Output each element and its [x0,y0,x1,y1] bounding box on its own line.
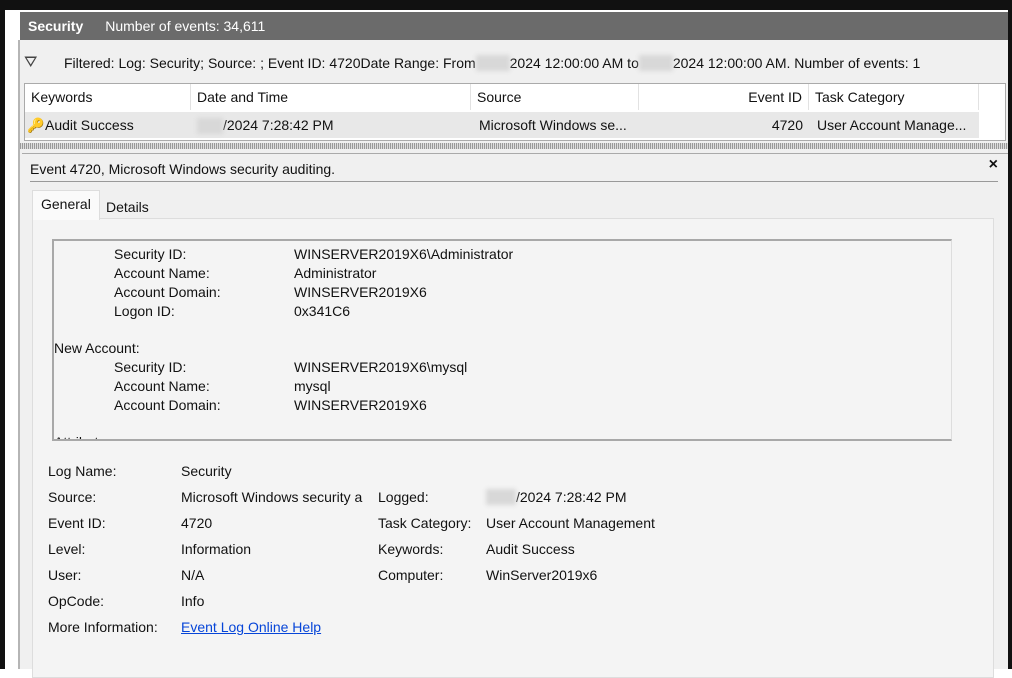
tab-details[interactable]: Details [98,194,157,220]
window-right-edge [1008,0,1012,669]
tab-general[interactable]: General [32,190,100,220]
field-label-event_id: Event ID: [48,515,106,531]
field-label-level: Level: [48,541,86,557]
description-value: WINSERVER2019X6\mysql [294,359,468,375]
filter-icon: ⛛ [24,54,38,71]
field-value-log_name: Security [181,463,232,479]
filter-text: 2024 12:00:00 AM to [509,55,639,71]
field-value-event_id: 4720 [181,515,213,531]
field-label-user: User: [48,567,82,583]
description-value: 0x341C6 [294,303,351,319]
redacted [197,118,223,135]
field-label-source: Source: [48,489,97,505]
filter-text: 2024 12:00:00 AM. Number of events: 1 [672,55,921,71]
field-label-task_category: Task Category: [378,515,472,531]
cell-source: Microsoft Windows se... [479,117,627,133]
description-label: Attributes: [54,433,117,439]
description-value: WINSERVER2019X6\Administrator [294,246,514,262]
description-value: Administrator [294,265,377,281]
log-title-bar: Security Number of events: 34,611 [20,12,1008,40]
field-value-computer: WinServer2019x6 [486,567,598,583]
filter-bar: ⛛ Filtered: Log: Security; Source: ; Eve… [24,48,920,78]
column-header-date[interactable]: Date and Time [191,84,471,110]
event-detail-pane: Event 4720, Microsoft Windows security a… [22,153,1008,678]
field-label-keywords: Keywords: [378,541,444,557]
event-count: Number of events: 34,611 [105,18,266,34]
window-left-edge [0,0,5,669]
field-value-user: N/A [181,567,205,583]
field-label-log_name: Log Name: [48,463,117,479]
cell-task-category: User Account Manage... [817,117,967,133]
cell-date: /2024 7:28:42 PM [223,117,334,133]
redacted [486,489,516,505]
pane-splitter[interactable] [20,143,1008,149]
redacted [475,55,510,71]
key-icon: 🔑 [27,117,45,133]
table-row[interactable]: 🔑 Audit Success /2024 7:28:42 PM Microso… [25,112,979,138]
field-value-logged: /2024 7:28:42 PM [516,489,627,505]
column-header-task-category[interactable]: Task Category [809,84,979,110]
description-value: WINSERVER2019X6 [294,397,427,413]
description-label: Logon ID: [114,303,175,319]
field-label-logged: Logged: [378,489,429,505]
field-label-opcode: OpCode: [48,593,105,609]
description-label: Account Name: [114,265,210,281]
field-value-opcode: Info [181,593,205,609]
field-label-more_info: More Information: [48,619,158,635]
field-value-keywords: Audit Success [486,541,575,557]
column-header-source[interactable]: Source [471,84,639,110]
description-value: mysql [294,378,331,394]
detail-header: Event 4720, Microsoft Windows security a… [30,158,998,182]
cell-keywords: Audit Success [45,117,134,133]
field-value-task_category: User Account Management [486,515,655,531]
description-value: WINSERVER2019X6 [294,284,427,300]
close-icon[interactable]: × [989,156,998,174]
column-header-event-id[interactable]: Event ID [639,84,809,110]
description-label: Security ID: [114,359,187,375]
description-label: Account Name: [114,378,210,394]
redacted [638,55,673,71]
events-table: Keywords Date and Time Source Event ID T… [24,83,1006,141]
field-value-source: Microsoft Windows security a [181,489,363,505]
cell-event-id: 4720 [771,117,803,133]
field-label-computer: Computer: [378,567,444,583]
filter-text: Filtered: Log: Security; Source: ; Event… [64,55,476,71]
column-header-keywords[interactable]: Keywords [25,84,191,110]
description-label: New Account: [54,340,140,356]
description-label: Account Domain: [114,397,221,413]
field-value-level: Information [181,541,252,557]
detail-title: Event 4720, Microsoft Windows security a… [30,161,336,177]
window-top-edge [0,0,1012,10]
field-value-more_info[interactable]: Event Log Online Help [181,616,321,638]
description-label: Security ID: [114,246,187,262]
log-name: Security [28,18,84,34]
description-label: Account Domain: [114,284,221,300]
event-description-box[interactable]: Security ID: WINSERVER2019X6\Administrato… [52,239,952,441]
